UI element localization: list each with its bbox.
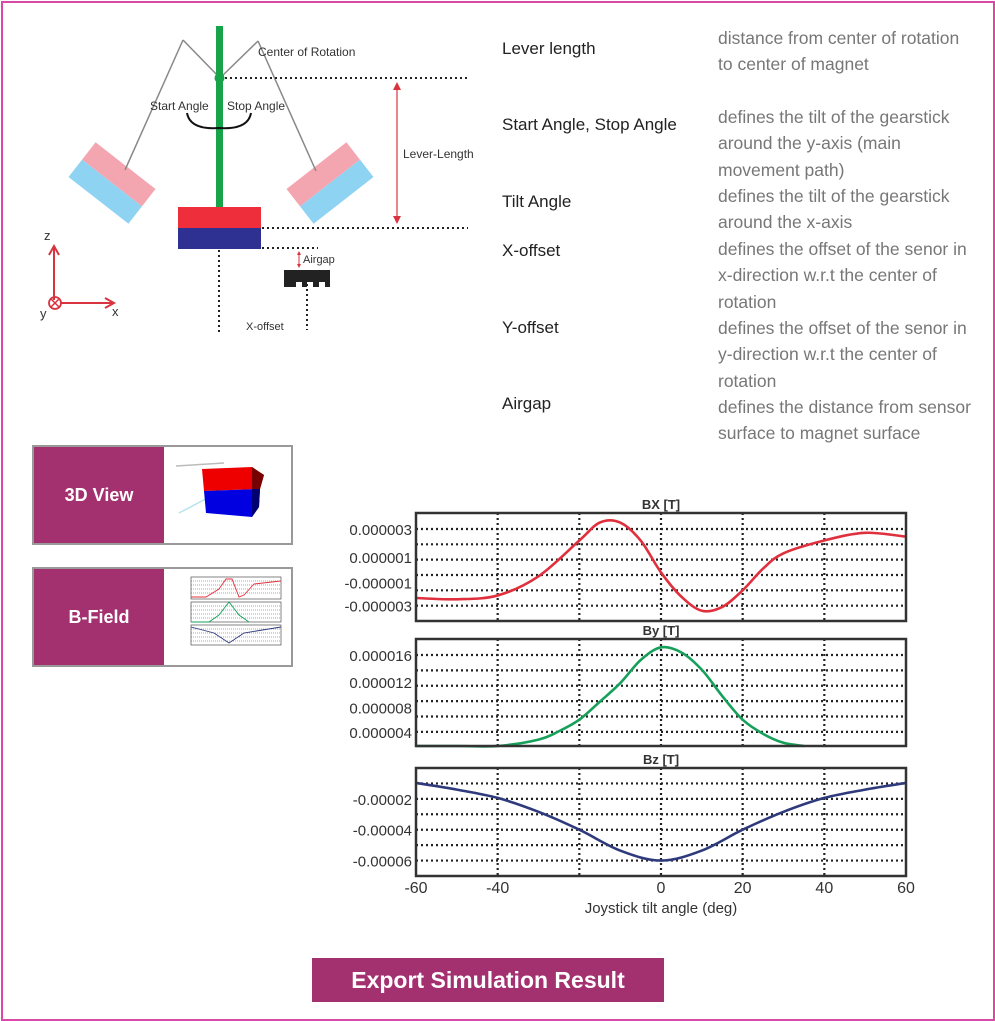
- start-position-magnet: [68, 142, 156, 224]
- lever: [216, 26, 223, 208]
- magnet-cube-icon: [175, 462, 264, 517]
- param-name: Tilt Angle: [502, 192, 572, 211]
- export-simulation-result-button[interactable]: Export Simulation Result: [312, 958, 664, 1002]
- x-offset-label: X-offset: [246, 321, 284, 333]
- coordinate-axes-icon: [48, 243, 117, 310]
- param-name: X-offset: [502, 241, 561, 260]
- param-description: defines the tilt of the gearstick around…: [718, 186, 950, 233]
- b-field-button[interactable]: B-Field: [32, 567, 293, 667]
- start-angle-label: Start Angle: [150, 99, 209, 113]
- axis-y-label: y: [40, 306, 47, 321]
- start-angle-line-ext: [182, 39, 221, 79]
- param-description: distance from center of rotation to cent…: [718, 28, 960, 75]
- stop-angle-label: Stop Angle: [227, 99, 285, 113]
- magnet-south: [178, 228, 261, 249]
- b-field-label: B-Field: [34, 569, 164, 665]
- airgap-label: Airgap: [303, 254, 335, 266]
- param-name: Y-offset: [502, 318, 559, 337]
- lever-length-arrow: [393, 82, 401, 224]
- axis-z-label: z: [44, 228, 51, 243]
- b-field-thumbnail: [164, 569, 291, 665]
- center-of-rotation-label: Center of Rotation: [258, 45, 355, 59]
- center-of-rotation-point: [214, 73, 225, 83]
- lever-length-label: Lever-Length: [403, 147, 474, 161]
- axis-x-label: x: [112, 304, 119, 319]
- param-description: defines the distance from sensor surface…: [718, 397, 971, 444]
- joystick-schematic: Center of Rotation Start Angle Stop Angl…: [40, 26, 474, 335]
- param-name: Lever length: [502, 39, 596, 58]
- param-name: Start Angle, Stop Angle: [502, 115, 677, 134]
- airgap-arrow: [297, 251, 301, 268]
- stop-angle-line-ext: [219, 40, 259, 79]
- 3d-view-button[interactable]: 3D View: [32, 445, 293, 545]
- param-description: defines the offset of the senor in x-dir…: [718, 239, 967, 312]
- sensor-icon: [284, 270, 330, 287]
- param-description: defines the tilt of the gearstick around…: [718, 107, 950, 180]
- stop-position-magnet: [286, 142, 374, 224]
- 3d-view-thumbnail: [164, 447, 291, 543]
- param-description: defines the offset of the senor in y-dir…: [718, 318, 967, 391]
- param-name: Airgap: [502, 394, 552, 413]
- magnet-north: [178, 207, 261, 228]
- 3d-view-label: 3D View: [34, 447, 164, 543]
- b-field-chart-icon: [190, 576, 282, 646]
